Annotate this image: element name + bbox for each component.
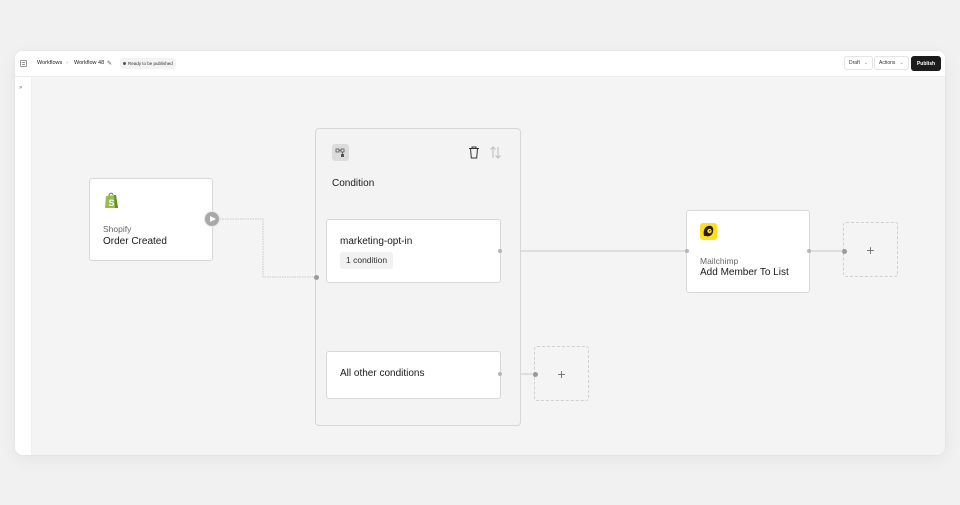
delete-icon[interactable]: [468, 146, 480, 159]
action-event-name: Add Member To List: [700, 267, 789, 278]
trigger-node[interactable]: S Shopify Order Created: [89, 178, 213, 261]
action-app-name: Mailchimp: [700, 256, 739, 266]
shopify-bag-icon: S: [105, 192, 118, 208]
input-handle[interactable]: [684, 248, 689, 253]
branch-label: marketing-opt-in: [340, 236, 413, 247]
condition-count-chip: 1 condition: [340, 252, 394, 269]
branch-label: All other conditions: [340, 368, 425, 379]
connector-trigger-to-condition: [220, 218, 317, 278]
output-handle[interactable]: [497, 372, 502, 376]
play-icon[interactable]: [204, 211, 220, 227]
output-handle[interactable]: [497, 248, 502, 253]
action-node[interactable]: Mailchimp Add Member To List: [686, 210, 810, 293]
input-handle[interactable]: [841, 248, 847, 254]
trigger-event-name: Order Created: [103, 236, 167, 247]
trigger-app-name: Shopify: [103, 224, 132, 234]
input-handle[interactable]: [532, 371, 538, 377]
svg-text:S: S: [109, 198, 115, 208]
reorder-icon[interactable]: [489, 146, 502, 159]
output-handle[interactable]: [806, 248, 811, 253]
input-handle[interactable]: [314, 274, 319, 280]
branch-node-marketing-opt-in[interactable]: [326, 219, 501, 283]
add-step-button[interactable]: +: [534, 346, 589, 401]
mailchimp-icon: [700, 223, 717, 240]
add-step-button[interactable]: +: [843, 222, 898, 277]
branch-icon: [332, 144, 349, 161]
condition-title: Condition: [332, 178, 375, 189]
